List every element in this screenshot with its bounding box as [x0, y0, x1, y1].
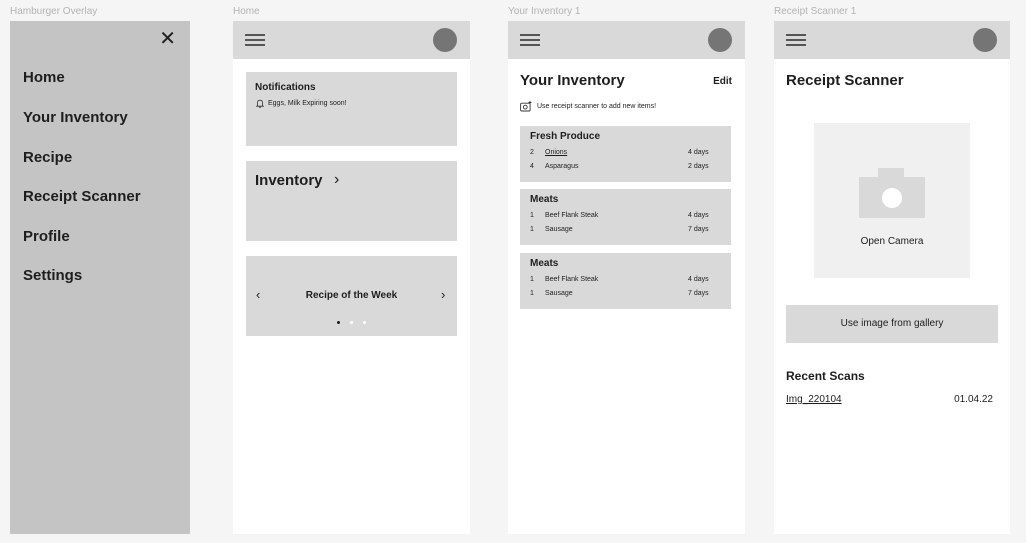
camera-icon [859, 168, 925, 218]
inventory-item-row[interactable]: 1 Sausage 7 days [520, 290, 731, 300]
frame-label-hamburger: Hamburger Overlay [10, 6, 98, 17]
open-camera-area[interactable]: Open Camera [814, 123, 970, 278]
item-days-left: 2 days [688, 163, 709, 170]
recipe-of-the-week-card: ‹ Recipe of the Week › [246, 256, 457, 336]
edit-button[interactable]: Edit [713, 76, 732, 87]
item-days-left: 7 days [688, 226, 709, 233]
top-bar [774, 21, 1010, 59]
inventory-card[interactable]: Inventory › [246, 161, 457, 241]
scanner-hint: Use receipt scanner to add new items! [537, 103, 657, 110]
inventory-item-row[interactable]: 2 Onions 4 days [520, 149, 731, 159]
inventory-group-card: Meats 1 Beef Flank Steak 4 days 1 Sausage 7 da… [520, 253, 731, 309]
item-quantity: 1 [530, 226, 534, 233]
avatar[interactable] [433, 28, 457, 52]
inventory-item-row[interactable]: 4 Asparagus 2 days [520, 163, 731, 173]
item-name: Onions [545, 149, 568, 156]
menu-item-profile[interactable]: Profile [23, 228, 70, 245]
recent-scan-file[interactable]: Img_220104 [786, 394, 842, 405]
item-days-left: 4 days [688, 276, 709, 283]
open-camera-label: Open Camera [860, 236, 924, 247]
hamburger-menu-icon[interactable] [786, 34, 806, 46]
menu-item-home[interactable]: Home [23, 69, 65, 86]
item-days-left: 4 days [688, 212, 709, 219]
item-name: Sausage [545, 226, 573, 233]
chevron-right-icon: › [334, 171, 340, 188]
notifications-title: Notifications [255, 82, 316, 93]
item-quantity: 4 [530, 163, 534, 170]
item-name: Beef Flank Steak [545, 212, 599, 219]
inventory-item-row[interactable]: 1 Beef Flank Steak 4 days [520, 276, 731, 286]
frame-label-scanner: Receipt Scanner 1 [774, 6, 857, 17]
scanner-frame: Receipt Scanner Open Camera Use image fr… [774, 21, 1010, 534]
home-frame: Notifications Eggs, Milk Expiring soon! … [233, 21, 470, 534]
item-name: Sausage [545, 290, 573, 297]
recent-scans-title: Recent Scans [786, 369, 865, 383]
notification-text: Eggs, Milk Expiring soon! [268, 100, 347, 107]
top-bar [233, 21, 470, 59]
page-title: Your Inventory [520, 72, 625, 89]
item-days-left: 4 days [688, 149, 709, 156]
inventory-group-card: Meats 1 Beef Flank Steak 4 days 1 Sausage 7 da… [520, 189, 731, 245]
avatar[interactable] [973, 28, 997, 52]
menu-item-settings[interactable]: Settings [23, 267, 82, 284]
item-quantity: 1 [530, 290, 534, 297]
menu-item-receipt-scanner[interactable]: Receipt Scanner [23, 188, 141, 205]
carousel-dots [246, 321, 457, 324]
notifications-card[interactable]: Notifications Eggs, Milk Expiring soon! [246, 72, 457, 146]
inventory-group-card: Fresh Produce 2 Onions 4 days 4 Asparagus 2 da… [520, 126, 731, 182]
avatar[interactable] [708, 28, 732, 52]
inventory-group-title: Fresh Produce [530, 131, 601, 142]
item-quantity: 1 [530, 212, 534, 219]
frame-label-inventory: Your Inventory 1 [508, 6, 581, 17]
item-quantity: 1 [530, 276, 534, 283]
bell-icon [256, 99, 264, 108]
use-gallery-button[interactable]: Use image from gallery [786, 305, 998, 343]
item-quantity: 2 [530, 149, 534, 156]
hamburger-menu-icon[interactable] [245, 34, 265, 46]
item-days-left: 7 days [688, 290, 709, 297]
hamburger-menu-icon[interactable] [520, 34, 540, 46]
carousel-next-icon[interactable]: › [441, 287, 445, 302]
inventory-group-title: Meats [530, 258, 559, 269]
inventory-card-title: Inventory [255, 172, 323, 189]
inventory-group-title: Meats [530, 194, 559, 205]
page-title: Receipt Scanner [786, 72, 904, 89]
carousel-dot[interactable] [350, 321, 353, 324]
item-name: Asparagus [545, 163, 579, 170]
carousel-dot[interactable] [337, 321, 340, 324]
item-name: Beef Flank Steak [545, 276, 599, 283]
inventory-item-row[interactable]: 1 Sausage 7 days [520, 226, 731, 236]
top-bar [508, 21, 745, 59]
camera-add-icon [520, 101, 532, 112]
inventory-frame: Your Inventory Edit Use receipt scanner … [508, 21, 745, 534]
recent-scan-date: 01.04.22 [954, 394, 993, 405]
carousel-dot[interactable] [363, 321, 366, 324]
close-icon[interactable]: ✕ [159, 29, 176, 49]
menu-item-recipe[interactable]: Recipe [23, 149, 72, 166]
menu-item-your-inventory[interactable]: Your Inventory [23, 109, 128, 126]
recipe-of-the-week-label: Recipe of the Week [305, 290, 398, 301]
hamburger-overlay-frame: ✕ Home Your Inventory Recipe Receipt Sca… [10, 21, 190, 534]
frame-label-home: Home [233, 6, 260, 17]
inventory-item-row[interactable]: 1 Beef Flank Steak 4 days [520, 212, 731, 222]
